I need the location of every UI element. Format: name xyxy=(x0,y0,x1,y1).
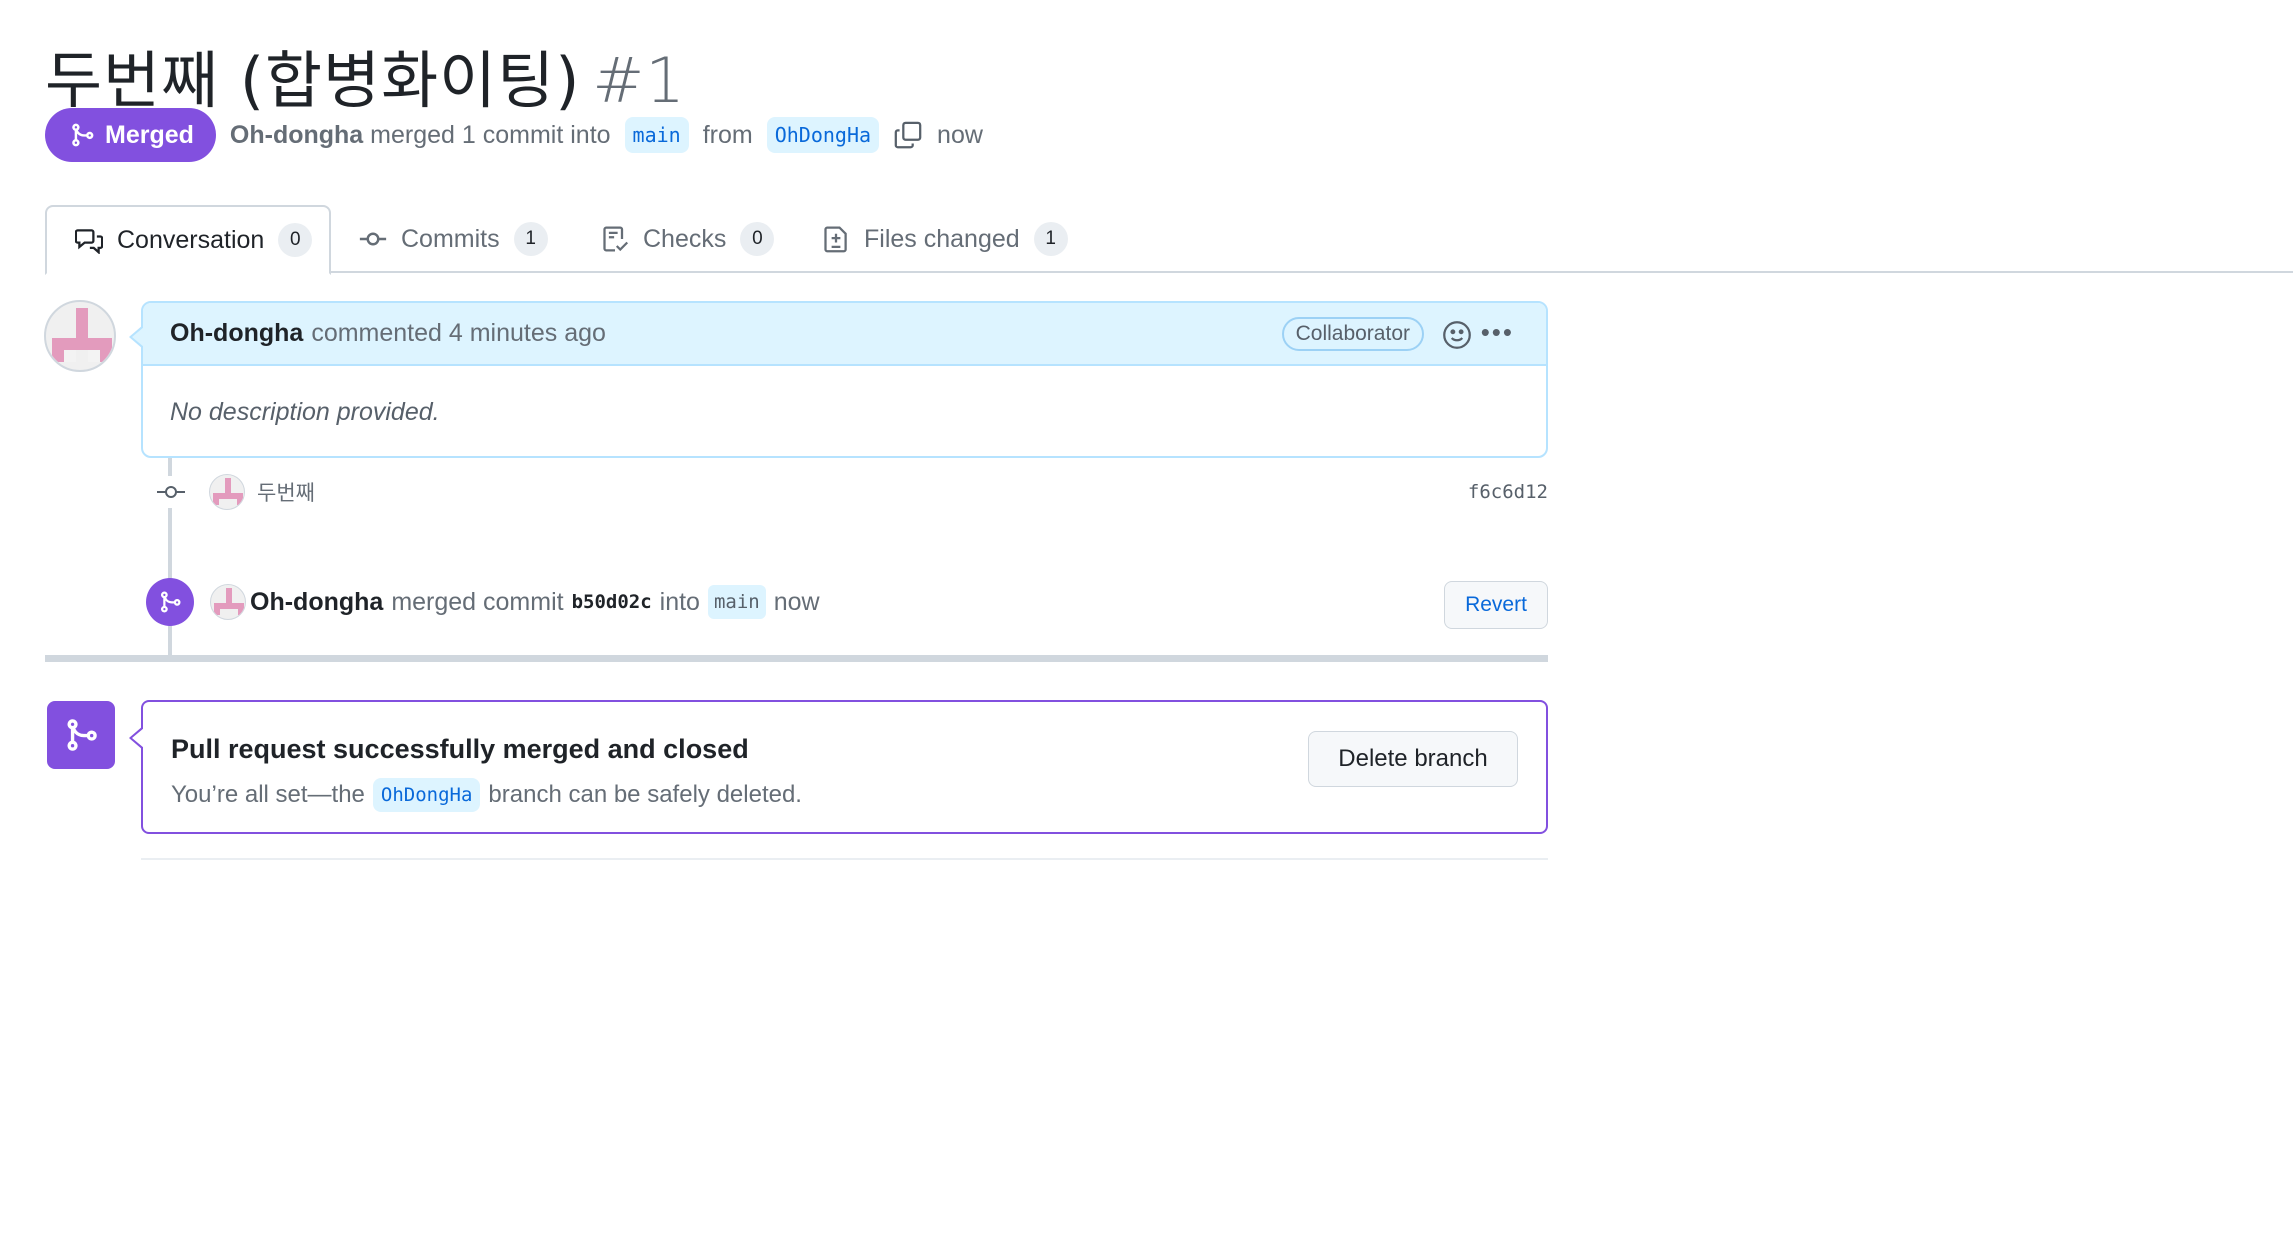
tab-label: Checks xyxy=(643,224,727,253)
timeline-commit: 두번째 f6c6d12 xyxy=(155,472,1548,512)
merge-event-badge xyxy=(146,578,194,626)
deletable-branch-label[interactable]: OhDongHa xyxy=(372,778,481,812)
git-merge-icon xyxy=(72,123,94,147)
comment-author-link[interactable]: Oh-dongha xyxy=(170,319,303,348)
tab-label: Conversation xyxy=(117,225,265,254)
delete-branch-button[interactable]: Delete branch xyxy=(1308,731,1518,787)
commit-message[interactable]: 두번째 xyxy=(257,477,315,507)
collaborator-badge: Collaborator xyxy=(1281,317,1424,351)
pr-time: now xyxy=(937,120,983,149)
smiley-icon[interactable] xyxy=(1442,320,1472,350)
page-title: 두번째 (합병화이팅) #1 xyxy=(45,30,686,120)
identicon-image xyxy=(52,308,112,362)
from-text: from xyxy=(702,120,753,149)
checklist-icon xyxy=(603,226,629,252)
tab-counter: 1 xyxy=(1033,222,1068,256)
git-merge-icon xyxy=(67,719,97,751)
tab-counter: 0 xyxy=(278,223,313,257)
pr-tabs: Conversation 0 Commits 1 Checks 0 Files … xyxy=(45,205,2293,275)
tab-counter: 1 xyxy=(513,222,548,256)
merged-state-badge: Merged xyxy=(45,108,216,162)
comment-box: Oh-dongha commented 4 minutes ago Collab… xyxy=(129,301,1548,458)
tab-label: Files changed xyxy=(864,224,1020,253)
tab-checks[interactable]: Checks 0 xyxy=(601,205,775,273)
merged-status-description: You’re all set—the OhDongHa branch can b… xyxy=(171,778,802,812)
tab-conversation[interactable]: Conversation 0 xyxy=(45,205,331,275)
commit-sha-link[interactable]: f6c6d12 xyxy=(1468,481,1548,503)
git-merge-icon xyxy=(161,591,181,613)
pr-meta: Merged Oh-dongha merged 1 commit into ma… xyxy=(45,108,983,162)
tab-label: Commits xyxy=(401,224,500,253)
tab-commits[interactable]: Commits 1 xyxy=(359,205,548,273)
pr-title: 두번째 (합병화이팅) xyxy=(45,44,581,117)
description-text: You’re all set—the xyxy=(171,781,365,808)
merge-time[interactable]: now xyxy=(774,588,820,617)
revert-button[interactable]: Revert xyxy=(1444,581,1548,629)
avatar[interactable] xyxy=(209,474,245,510)
comment-body: No description provided. xyxy=(170,398,440,426)
pull-request-page: 두번째 (합병화이팅) #1 Merged Oh-dongha merged 1 … xyxy=(0,0,2293,1260)
section-divider xyxy=(141,858,1548,860)
base-branch-label[interactable]: main xyxy=(624,117,689,153)
pr-action-text: merged 1 commit into xyxy=(370,120,611,149)
tab-counter: 0 xyxy=(740,222,775,256)
timeline-divider xyxy=(45,655,1548,662)
comment-header: Oh-dongha commented 4 minutes ago Collab… xyxy=(143,303,1546,366)
file-diff-icon xyxy=(824,226,847,253)
tab-files-changed[interactable]: Files changed 1 xyxy=(822,205,1068,273)
merge-author-link[interactable]: Oh-dongha xyxy=(250,588,383,617)
merged-status-box: Pull request successfully merged and clo… xyxy=(129,700,1548,834)
description-text: branch can be safely deleted. xyxy=(488,781,802,808)
pr-author-link[interactable]: Oh-dongha xyxy=(230,121,363,149)
merge-target-branch[interactable]: main xyxy=(707,585,766,619)
avatar[interactable] xyxy=(44,300,116,372)
comment-meta[interactable]: commented 4 minutes ago xyxy=(311,319,606,348)
timeline-merge-event: Oh-dongha merged commit b50d02c into mai… xyxy=(146,577,1548,629)
comment-discussion-icon xyxy=(75,229,103,254)
kebab-menu-icon[interactable]: ••• xyxy=(1481,317,1514,348)
copy-icon[interactable] xyxy=(893,120,923,150)
merge-commit-sha-link[interactable]: b50d02c xyxy=(572,591,652,613)
git-commit-icon xyxy=(155,476,187,508)
pr-number: #1 xyxy=(592,44,686,117)
git-commit-icon xyxy=(359,232,387,246)
avatar[interactable] xyxy=(210,584,246,620)
into-text: into xyxy=(659,587,700,616)
head-branch-label[interactable]: OhDongHa xyxy=(766,117,880,153)
merged-status-icon xyxy=(47,701,115,769)
state-label: Merged xyxy=(105,120,194,149)
merged-status-title: Pull request successfully merged and clo… xyxy=(171,734,749,764)
merge-text: merged commit xyxy=(391,587,564,616)
